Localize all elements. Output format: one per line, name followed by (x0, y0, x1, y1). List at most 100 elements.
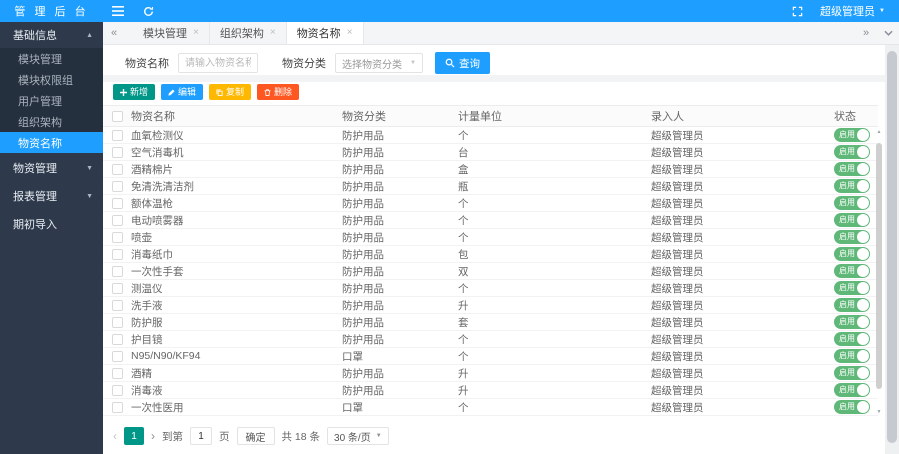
row-checkbox[interactable] (103, 316, 131, 328)
row-checkbox[interactable] (103, 299, 131, 311)
checkbox-icon (111, 180, 123, 192)
header-creator: 录入人 (651, 111, 684, 123)
toggle-knob (857, 214, 869, 226)
table-scrollbar[interactable]: ▲ ▼ (875, 129, 883, 415)
prev-page-icon[interactable]: ‹ (113, 429, 117, 443)
row-checkbox[interactable] (103, 350, 131, 362)
select-all-checkbox[interactable] (103, 110, 131, 122)
table-row: 喷壶 防护用品 个 超级管理员 启用 (103, 229, 878, 246)
sidebar-group-material-manage[interactable]: 物资管理 ▼ (0, 155, 103, 181)
checkbox-icon (111, 367, 123, 379)
row-checkbox[interactable] (103, 146, 131, 158)
row-checkbox[interactable] (103, 180, 131, 192)
sidebar-group-report-manage[interactable]: 报表管理 ▼ (0, 183, 103, 209)
status-toggle[interactable]: 启用 (834, 332, 870, 346)
sidebar-group-base-info[interactable]: 基础信息 ▲ (0, 22, 103, 48)
tab-close-icon[interactable]: × (193, 28, 199, 38)
cell-status: 启用 (834, 128, 878, 142)
status-toggle[interactable]: 启用 (834, 230, 870, 244)
status-toggle[interactable]: 启用 (834, 213, 870, 227)
status-toggle[interactable]: 启用 (834, 162, 870, 176)
status-toggle[interactable]: 启用 (834, 179, 870, 193)
page-scrollbar-thumb[interactable] (887, 51, 897, 443)
toggle-label: 启用 (839, 164, 855, 173)
status-toggle[interactable]: 启用 (834, 349, 870, 363)
cell-category: 防护用品 (342, 299, 384, 312)
goto-prefix-label: 到第 (162, 430, 183, 443)
current-page-button[interactable]: 1 (124, 427, 144, 445)
status-toggle[interactable]: 启用 (834, 196, 870, 210)
material-name-input[interactable] (178, 53, 258, 73)
row-checkbox[interactable] (103, 384, 131, 396)
copy-button-label: 复制 (226, 86, 245, 97)
cell-unit: 台 (458, 146, 469, 159)
row-checkbox[interactable] (103, 163, 131, 175)
cell-creator: 超级管理员 (651, 163, 704, 176)
page-size-select[interactable]: 30 条/页 ▼ (327, 427, 389, 445)
status-toggle[interactable]: 启用 (834, 247, 870, 261)
sidebar-item-module-manage[interactable]: 模块管理 (0, 48, 103, 69)
next-page-icon[interactable]: › (151, 429, 155, 443)
caret-down-icon: ▼ (86, 192, 93, 200)
goto-page-input[interactable] (190, 427, 212, 445)
cell-category: 防护用品 (342, 384, 384, 397)
user-menu[interactable]: 超级管理员 ▼ (812, 3, 899, 19)
goto-confirm-button[interactable]: 确定 (236, 427, 275, 445)
checkbox-icon (111, 333, 123, 345)
menu-collapse-icon[interactable] (103, 0, 133, 22)
edit-button[interactable]: 编辑 (161, 84, 204, 100)
refresh-icon[interactable] (133, 0, 163, 22)
cell-status: 启用 (834, 298, 878, 312)
cell-category: 防护用品 (342, 146, 384, 159)
row-checkbox[interactable] (103, 129, 131, 141)
scroll-up-icon[interactable]: ▲ (875, 129, 883, 135)
add-button[interactable]: 新增 (113, 84, 156, 100)
status-toggle[interactable]: 启用 (834, 315, 870, 329)
tab-material-name[interactable]: 物资名称 × (286, 22, 364, 44)
tab-org-structure[interactable]: 组织架构 × (210, 22, 287, 44)
sidebar-item-user-manage[interactable]: 用户管理 (0, 90, 103, 111)
row-checkbox[interactable] (103, 282, 131, 294)
status-toggle[interactable]: 启用 (834, 145, 870, 159)
copy-button[interactable]: 复制 (209, 84, 252, 100)
tabs-scroll-right-icon[interactable]: » (855, 22, 877, 44)
toggle-label: 启用 (839, 232, 855, 241)
row-checkbox[interactable] (103, 197, 131, 209)
delete-button[interactable]: 删除 (257, 84, 300, 100)
scrollbar-thumb[interactable] (876, 143, 882, 389)
tabs-menu-icon[interactable] (877, 22, 899, 44)
status-toggle[interactable]: 启用 (834, 298, 870, 312)
category-select[interactable]: 选择物资分类 ▼ (335, 53, 423, 73)
scroll-down-icon[interactable]: ▼ (875, 409, 883, 415)
sidebar-item-module-permission[interactable]: 模块权限组 (0, 69, 103, 90)
tabs-scroll-left-icon[interactable]: « (103, 22, 125, 44)
cell-unit: 个 (458, 197, 469, 210)
tab-module-manage[interactable]: 模块管理 × (133, 22, 210, 44)
row-checkbox[interactable] (103, 265, 131, 277)
status-toggle[interactable]: 启用 (834, 366, 870, 380)
status-toggle[interactable]: 启用 (834, 128, 870, 142)
row-checkbox[interactable] (103, 401, 131, 413)
row-checkbox[interactable] (103, 231, 131, 243)
cell-category: 口罩 (342, 350, 363, 363)
tab-close-icon[interactable]: × (270, 28, 276, 38)
fullscreen-icon[interactable] (782, 0, 812, 22)
row-checkbox[interactable] (103, 214, 131, 226)
tab-close-icon[interactable]: × (347, 28, 353, 38)
search-button[interactable]: 查询 (435, 52, 490, 74)
status-toggle[interactable]: 启用 (834, 281, 870, 295)
sidebar-item-org-structure[interactable]: 组织架构 (0, 111, 103, 132)
status-toggle[interactable]: 启用 (834, 264, 870, 278)
row-checkbox[interactable] (103, 367, 131, 379)
toggle-knob (857, 401, 869, 413)
status-toggle[interactable]: 启用 (834, 383, 870, 397)
page-scrollbar[interactable] (885, 45, 899, 454)
checkbox-icon (111, 265, 123, 277)
row-checkbox[interactable] (103, 248, 131, 260)
table-row: 一次性医用 口罩 个 超级管理员 启用 (103, 399, 878, 416)
cell-category: 防护用品 (342, 231, 384, 244)
row-checkbox[interactable] (103, 333, 131, 345)
status-toggle[interactable]: 启用 (834, 400, 870, 414)
sidebar-item-material-name[interactable]: 物资名称 (0, 132, 103, 153)
sidebar-item-initial-import[interactable]: 期初导入 (0, 211, 103, 237)
